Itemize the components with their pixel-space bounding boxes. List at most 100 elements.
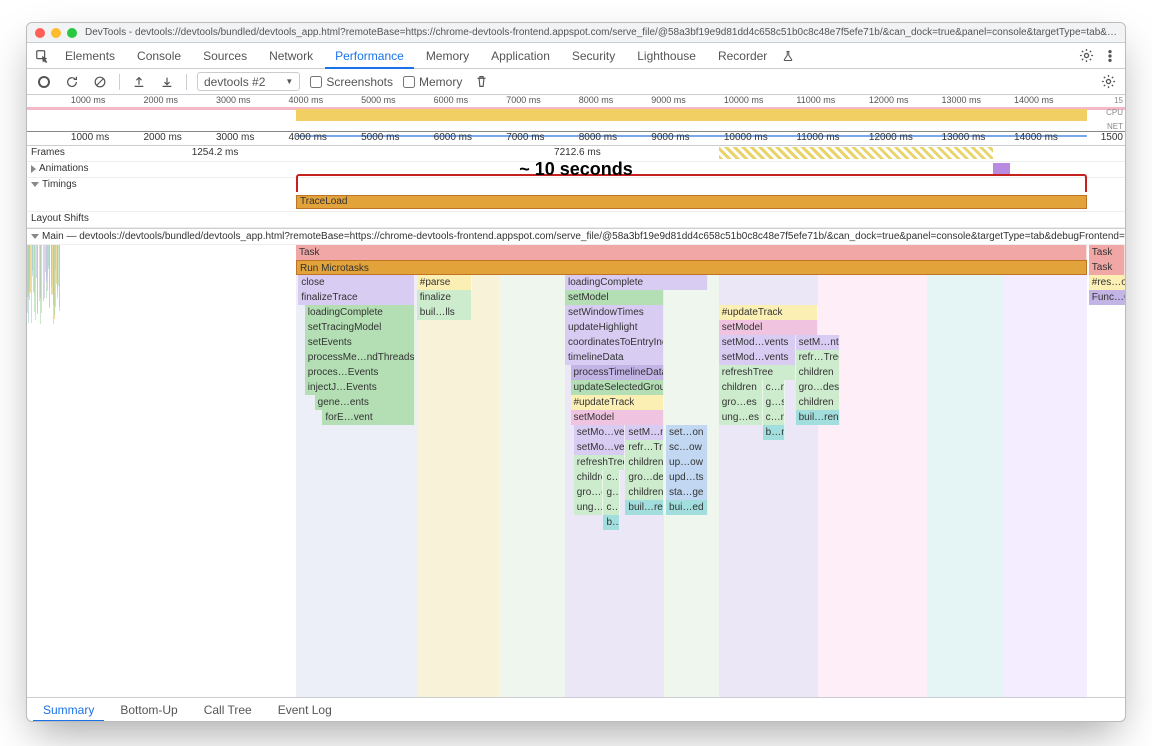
flame-bar[interactable]: c… — [603, 500, 619, 515]
tab-application[interactable]: Application — [481, 43, 560, 69]
flame-bar[interactable]: injectJ…Events — [305, 380, 415, 395]
flame-bar[interactable]: ung…es — [574, 500, 604, 515]
flame-bar[interactable]: g… — [603, 485, 619, 500]
flame-bar[interactable]: sta…ge — [666, 485, 708, 500]
tab-recorder[interactable]: Recorder — [708, 43, 777, 69]
flame-chart[interactable]: TaskRun Microtasksclose#parseloadingComp… — [27, 245, 1125, 697]
flame-bar[interactable]: buil…ren — [796, 410, 840, 425]
flame-bar[interactable]: up…ow — [666, 455, 708, 470]
flame-bar[interactable]: upd…ts — [666, 470, 708, 485]
flame-bar[interactable]: setMod…vents — [719, 335, 796, 350]
expand-icon[interactable] — [31, 165, 36, 173]
flame-bar[interactable]: gene…ents — [315, 395, 415, 410]
flame-bar[interactable]: processTimelineData — [571, 365, 664, 380]
flame-bar[interactable]: proces…Events — [305, 365, 415, 380]
flame-bar[interactable]: coordinatesToEntryIndex — [565, 335, 664, 350]
flame-bar[interactable]: gro…es — [574, 485, 604, 500]
flame-bar[interactable]: buil…ren — [625, 500, 663, 515]
flame-bar[interactable]: setMo…vents — [574, 425, 626, 440]
flame-bar[interactable]: refreshTree — [719, 365, 796, 380]
flame-bar[interactable]: children — [625, 485, 663, 500]
flame-bar[interactable]: children — [796, 365, 840, 380]
zoom-icon[interactable] — [67, 28, 77, 38]
flame-bar[interactable]: refr…Tree — [796, 350, 840, 365]
clear-button[interactable] — [91, 73, 109, 91]
tab-elements[interactable]: Elements — [55, 43, 125, 69]
flame-bar[interactable]: finalize — [417, 290, 472, 305]
flame-bar[interactable]: updateHighlight — [565, 320, 664, 335]
flame-bar[interactable]: refr…Tree — [625, 440, 663, 455]
flame-bar[interactable]: gro…des — [796, 380, 840, 395]
footer-tab-call-tree[interactable]: Call Tree — [194, 698, 262, 722]
flame-bar[interactable]: #updateTrack — [719, 305, 818, 320]
toolbar-settings-icon[interactable] — [1099, 73, 1117, 91]
flame-bar[interactable]: processMe…ndThreads — [305, 350, 415, 365]
timeline-overview[interactable]: 1000 ms2000 ms3000 ms4000 ms5000 ms6000 … — [27, 95, 1125, 132]
flame-bar[interactable]: #parse — [417, 275, 472, 290]
footer-tab-bottom-up[interactable]: Bottom-Up — [110, 698, 187, 722]
flame-bar[interactable]: c… — [603, 470, 619, 485]
flame-bar[interactable]: setModel — [571, 410, 664, 425]
tab-network[interactable]: Network — [259, 43, 323, 69]
flame-bar[interactable]: gro…des — [625, 470, 663, 485]
flame-bar[interactable]: setEvents — [305, 335, 415, 350]
flame-bar[interactable]: setWindowTimes — [565, 305, 664, 320]
trash-button[interactable] — [472, 73, 490, 91]
flame-bar[interactable]: ung…es — [719, 410, 763, 425]
flame-bar[interactable]: loadingComplete — [565, 275, 708, 290]
flame-bar[interactable]: gro…es — [719, 395, 763, 410]
collapse-icon[interactable] — [31, 234, 39, 239]
memory-checkbox[interactable]: Memory — [403, 75, 462, 89]
footer-tab-summary[interactable]: Summary — [33, 698, 104, 722]
flame-bar[interactable]: b… — [603, 515, 619, 530]
download-button[interactable] — [158, 73, 176, 91]
flame-bar[interactable]: Task — [1089, 245, 1125, 260]
tab-memory[interactable]: Memory — [416, 43, 479, 69]
footer-tab-event-log[interactable]: Event Log — [268, 698, 342, 722]
tab-console[interactable]: Console — [127, 43, 191, 69]
flame-bar[interactable]: setModel — [719, 320, 818, 335]
flame-bar[interactable]: updateSelectedGroup — [571, 380, 664, 395]
flame-bar[interactable]: #updateTrack — [571, 395, 664, 410]
flame-bar[interactable]: setModel — [565, 290, 664, 305]
timings-track[interactable]: Timings TraceLoad — [27, 178, 1125, 212]
profile-select[interactable]: devtools #2 ▼ — [197, 72, 300, 91]
settings-icon[interactable] — [1075, 48, 1097, 63]
main-thread-header[interactable]: Main — devtools://devtools/bundled/devto… — [27, 229, 1125, 245]
flame-bar[interactable]: b…n — [763, 425, 785, 440]
flame-bar[interactable]: Task — [296, 245, 1087, 260]
flame-bar[interactable]: forE…vent — [322, 410, 414, 425]
flame-bar[interactable]: children — [796, 395, 840, 410]
frames-track[interactable]: Frames 1254.2 ms 7212.6 ms — [27, 146, 1125, 162]
flame-bar[interactable]: children — [625, 455, 663, 470]
screenshots-checkbox[interactable]: Screenshots — [310, 75, 393, 89]
flame-bar[interactable]: set…on — [666, 425, 708, 440]
flame-bar[interactable]: children — [719, 380, 763, 395]
flame-bar[interactable]: setM…nts — [625, 425, 663, 440]
tab-lighthouse[interactable]: Lighthouse — [627, 43, 706, 69]
flame-bar[interactable]: loadingComplete — [305, 305, 415, 320]
layout-shifts-track[interactable]: Layout Shifts — [27, 212, 1125, 228]
minimize-icon[interactable] — [51, 28, 61, 38]
close-icon[interactable] — [35, 28, 45, 38]
flame-bar[interactable]: timelineData — [565, 350, 664, 365]
upload-button[interactable] — [130, 73, 148, 91]
flame-bar[interactable]: Run Microtasks — [296, 260, 1087, 275]
flame-bar[interactable]: Task — [1089, 260, 1125, 275]
flame-bar[interactable]: c…n — [763, 410, 785, 425]
reload-button[interactable] — [63, 73, 81, 91]
flame-bar[interactable]: children — [574, 470, 604, 485]
flame-bar[interactable]: setMo…vents — [574, 440, 626, 455]
flame-bar[interactable]: setTracingModel — [305, 320, 415, 335]
more-icon[interactable] — [1099, 49, 1121, 63]
inspect-icon[interactable] — [31, 49, 53, 63]
flame-bar[interactable]: setM…nts — [796, 335, 840, 350]
flame-bar[interactable]: setMod…vents — [719, 350, 796, 365]
flame-bar[interactable]: bui…ed — [666, 500, 708, 515]
flame-bar[interactable]: close — [298, 275, 414, 290]
flame-bar[interactable]: refreshTree — [574, 455, 626, 470]
flame-bar[interactable]: c…n — [763, 380, 785, 395]
flame-bar[interactable]: #res…odes — [1089, 275, 1125, 290]
flame-bar[interactable]: finalizeTrace — [298, 290, 414, 305]
tab-security[interactable]: Security — [562, 43, 625, 69]
